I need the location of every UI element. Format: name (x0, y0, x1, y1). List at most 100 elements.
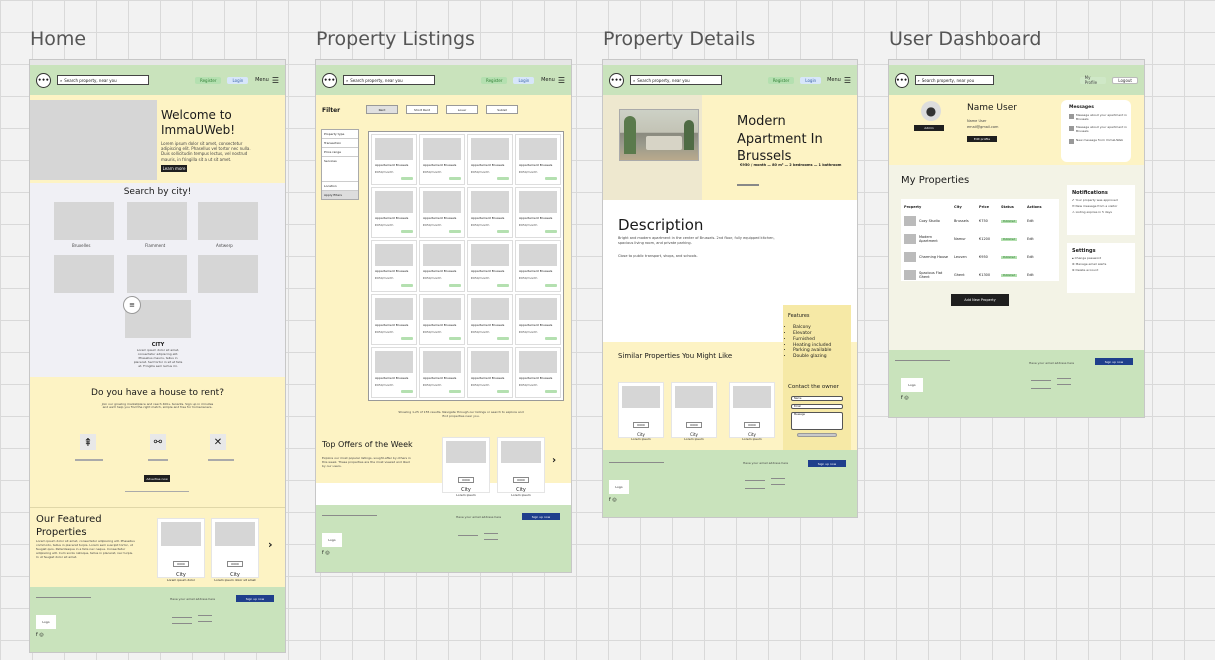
notification-item[interactable]: ✉ New message from a visitor (1072, 204, 1135, 209)
settings-item[interactable]: 🔒︎ Change password (1072, 256, 1135, 261)
register-button[interactable]: Register (481, 76, 508, 84)
city-card[interactable] (198, 255, 258, 293)
similar-card[interactable]: 0000 City Lorem ipsum (671, 382, 717, 441)
filter-dropdown[interactable]: Price range (322, 148, 358, 157)
settings-item[interactable]: ⚙ Manage email alerts (1072, 262, 1135, 267)
city-card[interactable] (54, 202, 114, 240)
logout-button[interactable]: Logout (1112, 76, 1138, 84)
message-item[interactable]: Message about your apartment in Brussels (1076, 113, 1128, 122)
filter-dropdown[interactable]: Services (322, 157, 358, 182)
contact-name-field[interactable]: Name (791, 396, 843, 401)
filter-tab[interactable]: Rent (366, 105, 398, 114)
social-icons[interactable]: f ◎ (322, 550, 330, 556)
learn-more-button[interactable]: Learn more (161, 165, 187, 172)
city-card[interactable] (127, 255, 187, 293)
menu-button[interactable]: Menu ☰ (255, 76, 279, 85)
filter-dropdown[interactable]: Transaction (322, 139, 358, 148)
logo[interactable]: ••• (609, 72, 624, 88)
contact-email-field[interactable]: Email (791, 404, 843, 409)
notification-item[interactable]: ⚠ Listing expires in 5 days (1072, 210, 1135, 215)
edit-link[interactable]: Edit (1027, 219, 1052, 223)
similar-card[interactable]: 0000 City Lorem ipsum (618, 382, 664, 441)
chevron-right-icon[interactable]: › (268, 538, 273, 551)
table-row[interactable]: Spacious Flat Ghent Ghent €1300 Published Ed… (901, 266, 1059, 284)
city-card[interactable] (54, 255, 114, 293)
table-row[interactable]: Cozy Studio Brussels €750 Published Edit (901, 212, 1059, 230)
city-card[interactable] (198, 202, 258, 240)
listing-card[interactable]: Appartement Brussels €950/month (467, 240, 513, 292)
search-input[interactable]: ⌕ Search property, near you (629, 75, 722, 85)
filter-tab[interactable]: Short Rent (406, 105, 438, 114)
signup-button[interactable]: Sign up now (1095, 358, 1133, 365)
top-offer-card[interactable]: 0000 City Lorem ipsum (497, 437, 545, 497)
login-button[interactable]: Login (513, 76, 535, 84)
filter-dropdown[interactable]: Location (322, 182, 358, 191)
listing-card[interactable]: Appartement Brussels €950/month (371, 240, 417, 292)
logo[interactable]: ••• (895, 72, 909, 88)
login-button[interactable]: Login (227, 76, 249, 84)
social-icons[interactable]: f ◎ (36, 632, 44, 638)
apply-filters-button[interactable]: Apply filters (322, 191, 358, 199)
menu-button[interactable]: Menu ☰ (827, 76, 851, 85)
listing-card[interactable]: Appartement Brussels €950/month (467, 134, 513, 186)
chevron-right-icon[interactable]: › (552, 455, 556, 466)
message-item[interactable]: New message from ImmaUWeb (1076, 138, 1128, 143)
listing-card[interactable]: Appartement Brussels €950/month (371, 134, 417, 186)
top-offer-card[interactable]: 0000 City Lorem ipsum (442, 437, 490, 497)
filter-tab[interactable]: Louer (446, 105, 478, 114)
table-row[interactable]: Modern Apartment Namur €1200 Published Edit (901, 230, 1059, 248)
message-item[interactable]: Message about your apartment in Brussels (1076, 125, 1128, 134)
featured-card[interactable]: 0000 City Lorem ipsum dolor sit amet (211, 518, 259, 582)
listing-card[interactable]: Appartement Brussels €950/month (515, 346, 561, 398)
social-icons[interactable]: f ◎ (901, 395, 909, 401)
listing-card[interactable]: Appartement Brussels €950/month (419, 134, 465, 186)
logo[interactable]: ••• (36, 72, 51, 88)
listing-card[interactable]: Appartement Brussels €950/month (467, 346, 513, 398)
listing-card[interactable]: Appartement Brussels €950/month (371, 293, 417, 345)
signup-button[interactable]: Sign up now (522, 513, 560, 520)
featured-card[interactable]: 0000 City Lorem ipsum dolor (157, 518, 205, 582)
menu-icon[interactable]: ≡ (123, 296, 141, 314)
navbar: ••• ⌕ Search property, near you Register … (30, 65, 285, 95)
filter-dropdown[interactable]: Property type (322, 130, 358, 139)
listing-card[interactable]: Appartement Brussels €950/month (467, 187, 513, 239)
listing-card[interactable]: Appartement Brussels €950/month (515, 187, 561, 239)
contact-message-field[interactable]: Message (791, 412, 843, 430)
signup-button[interactable]: Sign up now (808, 460, 846, 467)
login-button[interactable]: Login (800, 76, 822, 84)
listing-card[interactable]: Appartement Brussels €950/month (371, 346, 417, 398)
edit-link[interactable]: Edit (1027, 273, 1052, 277)
signup-button[interactable]: Sign up now (236, 595, 274, 602)
my-profile-button[interactable]: My Profile (1079, 75, 1107, 85)
search-input[interactable]: ⌕ Search property, near you (343, 75, 435, 85)
notification-item[interactable]: ✔ Your property was approved (1072, 198, 1135, 203)
table-row[interactable]: Charming House Leuven €950 Published Edit (901, 248, 1059, 266)
menu-button[interactable]: Menu ☰ (541, 76, 565, 85)
city-card[interactable] (127, 202, 187, 240)
edit-link[interactable]: Edit (1027, 237, 1052, 241)
listing-card[interactable]: Appartement Brussels €950/month (515, 240, 561, 292)
search-icon: ⌕ (917, 77, 920, 83)
listing-card[interactable]: Appartement Brussels €950/month (419, 346, 465, 398)
listing-card[interactable]: Appartement Brussels €950/month (515, 293, 561, 345)
listing-card[interactable]: Appartement Brussels €950/month (419, 293, 465, 345)
search-input[interactable]: ⌕ Search property, near you (914, 75, 994, 85)
settings-item[interactable]: ⊗ Delete account (1072, 268, 1135, 273)
listing-card[interactable]: Appartement Brussels €950/month (371, 187, 417, 239)
listing-card[interactable]: Appartement Brussels €950/month (515, 134, 561, 186)
logo[interactable]: ••• (322, 72, 337, 88)
register-button[interactable]: Register (195, 76, 222, 84)
filter-tab[interactable]: Sublet (486, 105, 518, 114)
listing-card[interactable]: Appartement Brussels €950/month (419, 240, 465, 292)
add-property-button[interactable]: Add New Property (951, 294, 1009, 306)
advertise-button[interactable]: Advertise now (144, 475, 170, 482)
similar-card[interactable]: 0000 City Lorem ipsum (729, 382, 775, 441)
listing-card[interactable]: Appartement Brussels €950/month (419, 187, 465, 239)
search-input[interactable]: ⌕ Search property, near you (57, 75, 149, 85)
send-button[interactable] (797, 433, 837, 437)
listing-card[interactable]: Appartement Brussels €950/month (467, 293, 513, 345)
social-icons[interactable]: f ◎ (609, 497, 617, 503)
edit-profile-button[interactable]: Edit profile (967, 136, 997, 142)
edit-link[interactable]: Edit (1027, 255, 1052, 259)
register-button[interactable]: Register (767, 76, 795, 84)
